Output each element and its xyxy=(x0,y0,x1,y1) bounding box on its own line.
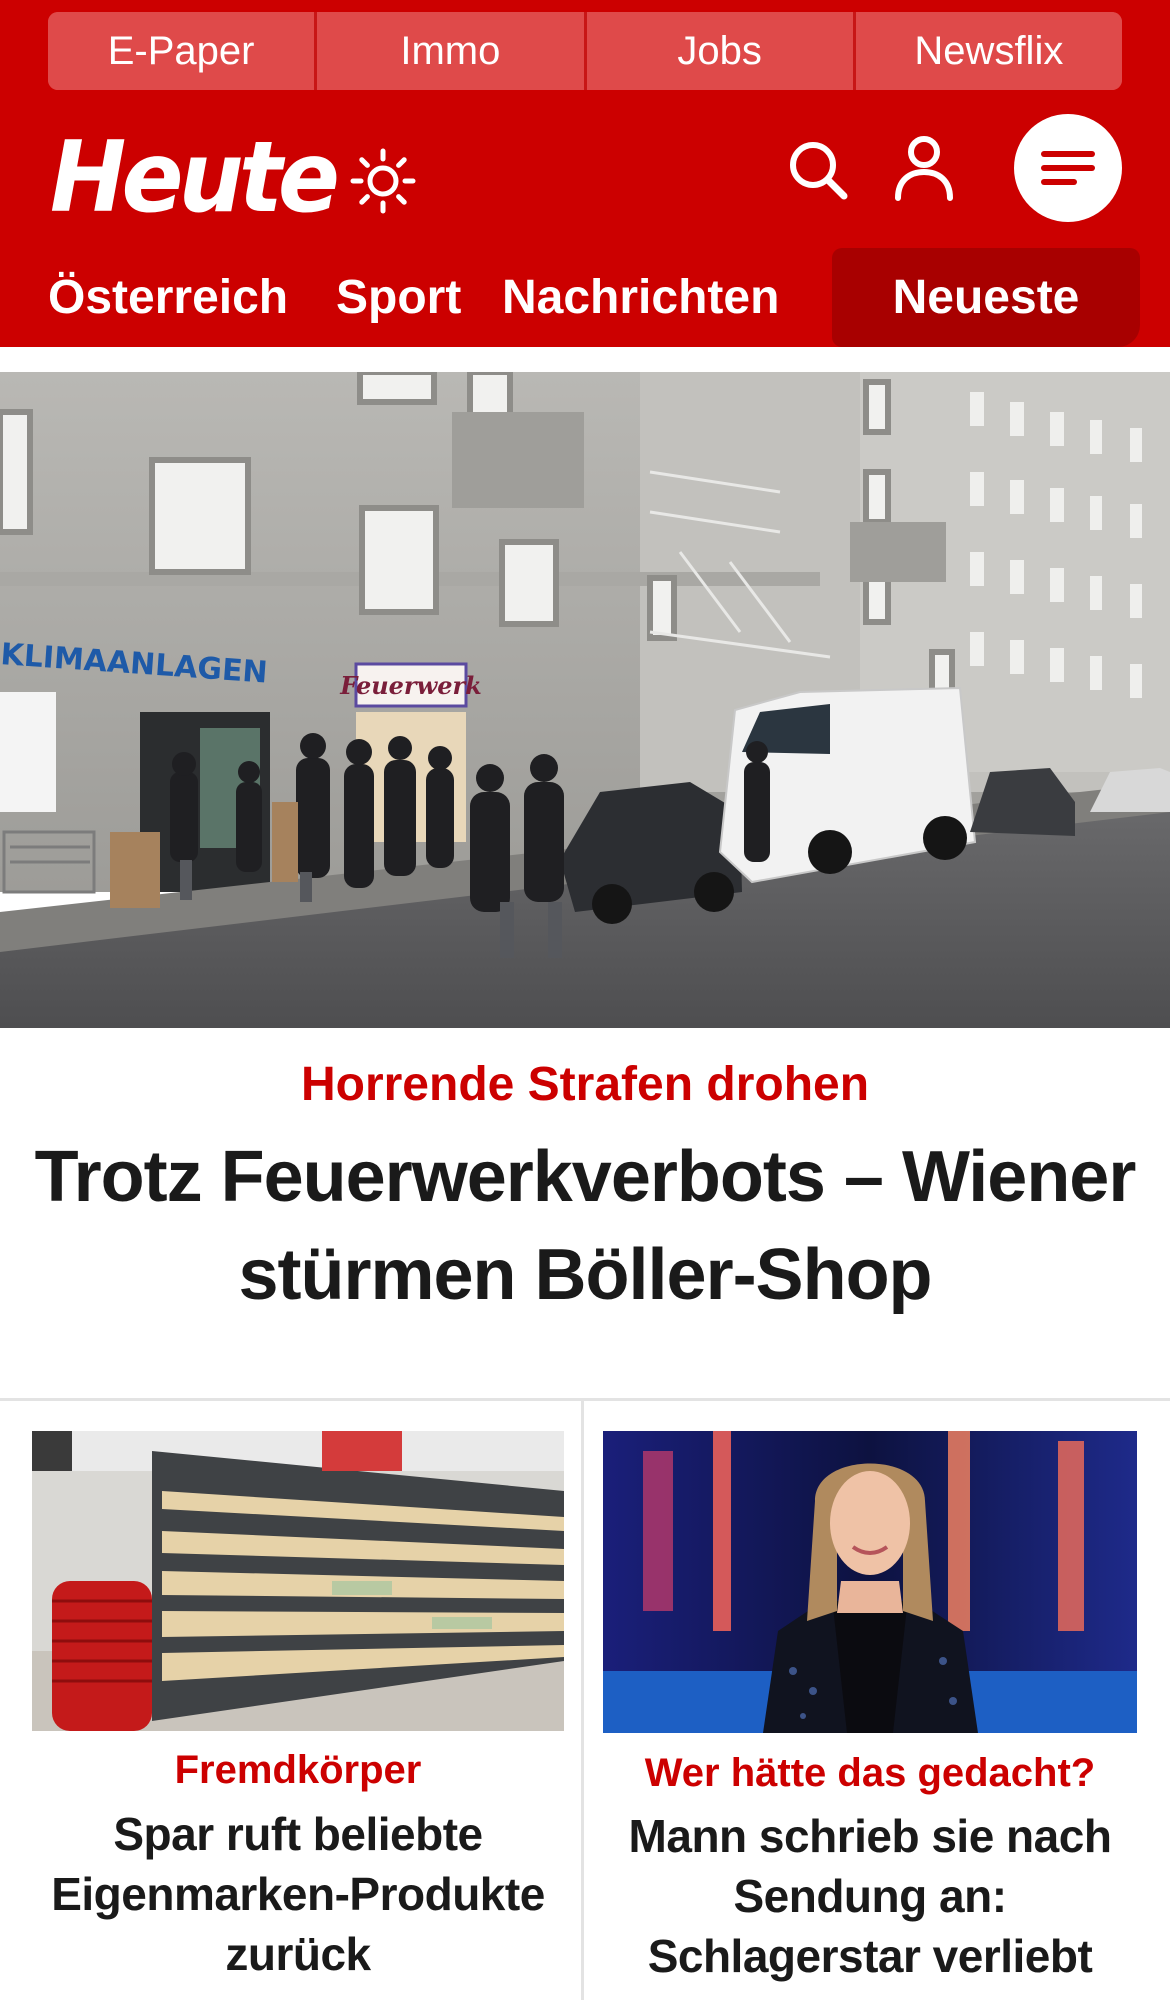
menu-icon xyxy=(1041,151,1095,185)
site-header: E-Paper Immo Jobs Newsflix Heute Österre… xyxy=(0,0,1170,347)
top-nav-newsflix[interactable]: Newsflix xyxy=(855,12,1122,90)
menu-button[interactable] xyxy=(1014,114,1122,222)
teaser-2-kicker[interactable]: Wer hätte das gedacht? xyxy=(603,1745,1137,1801)
teaser-1-kicker[interactable]: Fremdkörper xyxy=(32,1742,564,1798)
supermarket-shelf-image xyxy=(32,1431,564,1731)
search-icon[interactable] xyxy=(786,138,850,202)
top-nav: E-Paper Immo Jobs Newsflix xyxy=(48,12,1122,90)
teaser-1-headline[interactable]: Spar ruft beliebte Eigenmarken-Produkte … xyxy=(24,1804,572,1984)
section-nav-oesterreich[interactable]: Österreich xyxy=(48,248,288,347)
section-nav-sport[interactable]: Sport xyxy=(336,248,461,347)
teaser-2-headline[interactable]: Mann schrieb sie nach Sendung an: Schlag… xyxy=(597,1806,1143,1986)
section-nav-neueste[interactable]: Neueste xyxy=(832,248,1140,347)
section-divider xyxy=(0,1398,1170,1401)
hero-headline[interactable]: Trotz Feuerwerkverbots – Wiener stürmen … xyxy=(0,1128,1170,1324)
hero-kicker[interactable]: Horrende Strafen drohen xyxy=(0,1050,1170,1120)
heute-logo[interactable]: Heute xyxy=(50,118,340,238)
singer-on-stage-image xyxy=(603,1431,1137,1733)
teaser-image-supermarket[interactable] xyxy=(32,1431,564,1731)
column-divider xyxy=(581,1400,584,2000)
teaser-image-singer[interactable] xyxy=(603,1431,1137,1733)
hero-article-image[interactable]: KLIMAANLAGEN Feuerwerk xyxy=(0,372,1170,1028)
sun-icon[interactable] xyxy=(350,148,416,214)
top-nav-epaper[interactable]: E-Paper xyxy=(48,12,318,90)
top-nav-immo[interactable]: Immo xyxy=(317,12,587,90)
section-nav-nachrichten[interactable]: Nachrichten xyxy=(502,248,779,347)
shop-sign-text: Feuerwerk xyxy=(339,671,482,700)
section-nav: Österreich Sport Nachrichten Neueste xyxy=(0,248,1170,347)
top-nav-jobs[interactable]: Jobs xyxy=(586,12,856,90)
street-scene-image: KLIMAANLAGEN Feuerwerk xyxy=(0,372,1170,1028)
user-icon[interactable] xyxy=(892,134,956,202)
